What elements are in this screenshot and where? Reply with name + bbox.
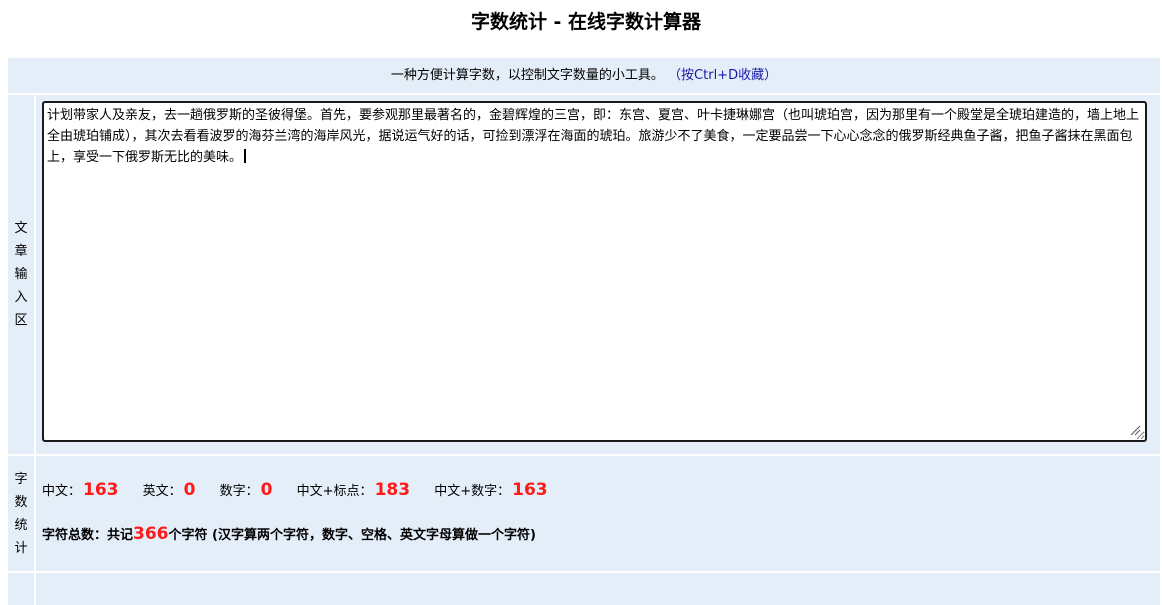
- input-area-label: 文章输入区: [8, 95, 34, 454]
- total-line: 字符总数：共记366个字符 (汉字算两个字符，数字、空格、英文字母算做一个字符): [42, 522, 536, 548]
- chinese-punct-count: 中文+标点： 183: [297, 478, 410, 504]
- footer-label-cell: [8, 573, 34, 605]
- subtitle-row: 一种方便计算字数，以控制文字数量的小工具。 （按Ctrl+D收藏）: [8, 58, 1160, 93]
- total-count-value: 366: [133, 524, 169, 544]
- chinese-count-value: 163: [83, 480, 119, 500]
- resize-handle-icon[interactable]: [1129, 424, 1141, 436]
- article-input[interactable]: 计划带家人及亲友，去一趟俄罗斯的圣彼得堡。首先，要参观那里最著名的，金碧辉煌的三…: [42, 101, 1147, 442]
- digits-count-value: 0: [260, 480, 273, 500]
- input-area-label-text: 文章输入区: [14, 221, 28, 328]
- chinese-digits-count-value: 163: [512, 480, 548, 500]
- chinese-count: 中文： 163: [42, 478, 119, 504]
- page-title: 字数统计 - 在线字数计算器: [470, 11, 702, 33]
- stats-cell: 中文： 163 英文： 0 数字： 0 中文+标点： 183 中文+数字： 163 字符总…: [36, 456, 1160, 571]
- total-suffix: 个字符 (汉字算两个字符，数字、空格、英文字母算做一个字符): [168, 528, 536, 543]
- chinese-digits-count: 中文+数字： 163: [434, 478, 547, 504]
- footer-cell: [36, 573, 1160, 605]
- english-count-value: 0: [183, 480, 196, 500]
- subtitle-text: 一种方便计算字数，以控制文字数量的小工具。: [390, 68, 664, 83]
- bookmark-hint: （按Ctrl+D收藏）: [668, 68, 778, 83]
- chinese-count-label: 中文：: [42, 484, 82, 499]
- chinese-digits-count-label: 中文+数字：: [434, 484, 511, 499]
- english-count-label: 英文：: [142, 484, 182, 499]
- stats-line: 中文： 163 英文： 0 数字： 0 中文+标点： 183 中文+数字： 163: [42, 478, 568, 504]
- chinese-punct-count-value: 183: [374, 480, 411, 500]
- text-cursor: [244, 149, 247, 163]
- english-count: 英文： 0: [143, 478, 196, 504]
- total-prefix: 字符总数：共记: [42, 528, 134, 543]
- article-input-text[interactable]: 计划带家人及亲友，去一趟俄罗斯的圣彼得堡。首先，要参观那里最著名的，金碧辉煌的三…: [47, 108, 1139, 165]
- digits-count: 数字： 0: [220, 478, 273, 504]
- input-cell: 计划带家人及亲友，去一趟俄罗斯的圣彼得堡。首先，要参观那里最著名的，金碧辉煌的三…: [36, 95, 1160, 454]
- stats-label: 字数统计: [8, 456, 34, 571]
- chinese-punct-count-label: 中文+标点：: [296, 484, 373, 499]
- stats-label-text: 字数统计: [14, 471, 28, 556]
- digits-count-label: 数字：: [219, 484, 259, 499]
